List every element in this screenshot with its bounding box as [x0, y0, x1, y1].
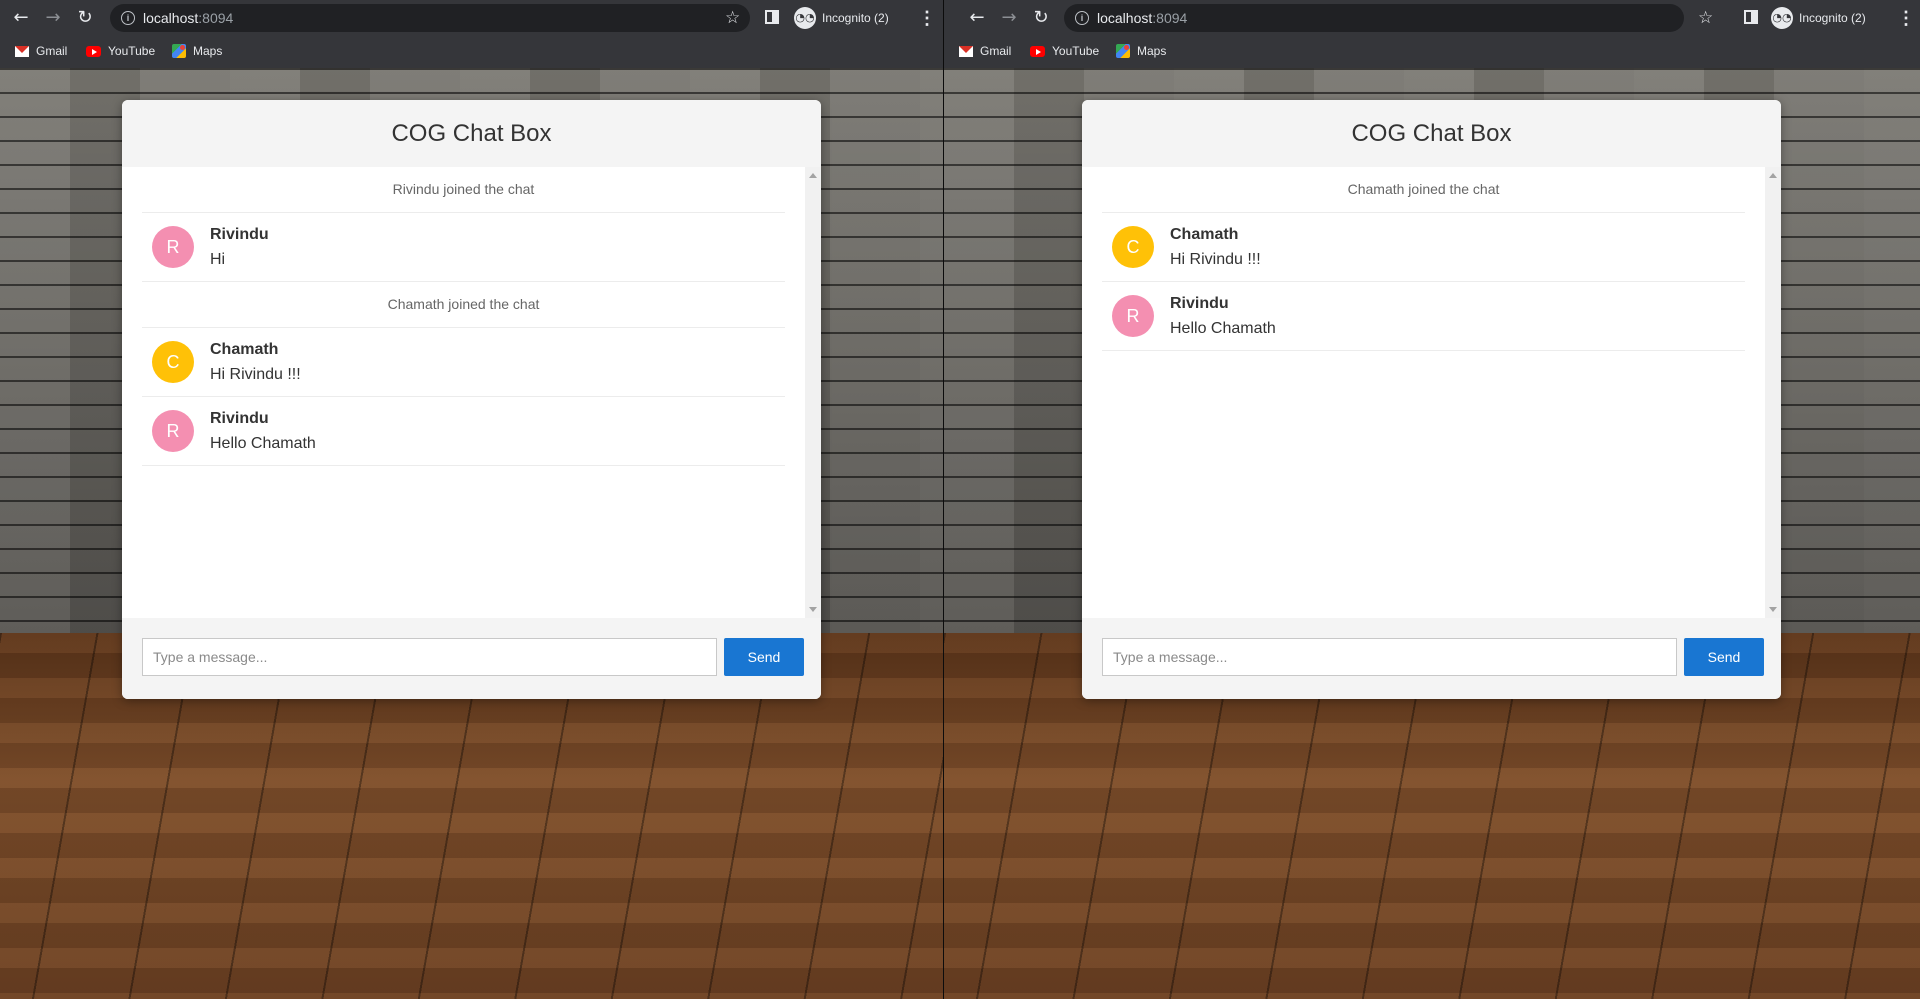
message-sender: Chamath: [210, 341, 279, 358]
incognito-profile-button[interactable]: ◔◔ Incognito (2): [794, 6, 889, 30]
chat-footer: Send: [122, 618, 821, 699]
bookmark-label: Gmail: [36, 44, 68, 58]
avatar: C: [152, 341, 194, 383]
bookmark-youtube[interactable]: YouTube: [1030, 44, 1099, 58]
chat-title: COG Chat Box: [391, 120, 552, 147]
join-event: Chamath joined the chat: [1102, 167, 1745, 213]
browser-toolbar: ← → ↻ i localhost:8094 ☆ ◔◔ Incognito (2…: [0, 0, 943, 36]
bookmark-youtube[interactable]: YouTube: [86, 44, 155, 58]
message-list: Chamath joined the chat C Chamath Hi Riv…: [1102, 167, 1745, 351]
send-button[interactable]: Send: [724, 638, 804, 676]
avatar: R: [152, 226, 194, 268]
bookmark-label: Maps: [1137, 44, 1167, 58]
bookmarks-bar: Gmail YouTube Maps: [944, 36, 1920, 69]
site-info-icon[interactable]: i: [1075, 11, 1089, 25]
side-panel-icon[interactable]: [765, 10, 779, 24]
join-event: Rivindu joined the chat: [142, 167, 785, 213]
incognito-label: Incognito (2): [1799, 11, 1866, 25]
bookmark-maps[interactable]: Maps: [172, 44, 222, 58]
url-text: localhost:8094: [1097, 10, 1187, 26]
bookmark-star-icon[interactable]: ☆: [1698, 8, 1713, 28]
message-sender: Rivindu: [210, 226, 269, 243]
chat-header: COG Chat Box: [122, 100, 821, 167]
chat-footer: Send: [1082, 618, 1781, 699]
address-bar[interactable]: i localhost:8094 ☆: [110, 4, 750, 32]
forward-icon[interactable]: →: [998, 7, 1020, 29]
url-host: localhost: [1097, 10, 1153, 26]
address-bar[interactable]: i localhost:8094: [1064, 4, 1684, 32]
message-input[interactable]: [1102, 638, 1677, 676]
scroll-up-arrow-icon[interactable]: [809, 173, 817, 178]
message-text: Hi Rivindu !!!: [1170, 251, 1261, 268]
scroll-up-arrow-icon[interactable]: [1769, 173, 1777, 178]
bookmark-gmail[interactable]: Gmail: [959, 44, 1011, 58]
avatar: C: [1112, 226, 1154, 268]
message-area[interactable]: Chamath joined the chat C Chamath Hi Riv…: [1082, 167, 1781, 618]
gmail-icon: [15, 45, 29, 57]
browser-window-left: ← → ↻ i localhost:8094 ☆ ◔◔ Incognito (2…: [0, 0, 943, 999]
browser-window-right: ← → ↻ i localhost:8094 ☆ ◔◔ Incognito (2…: [944, 0, 1920, 999]
url-host: localhost: [143, 10, 199, 26]
scroll-down-arrow-icon[interactable]: [1769, 607, 1777, 612]
message-scrollbar[interactable]: [805, 167, 821, 618]
message-text: Hello Chamath: [210, 435, 316, 452]
message-area[interactable]: Rivindu joined the chat R Rivindu Hi Cha…: [122, 167, 821, 618]
incognito-label: Incognito (2): [822, 11, 889, 25]
reload-icon[interactable]: ↻: [74, 7, 96, 29]
avatar: R: [1112, 295, 1154, 337]
bookmark-label: YouTube: [1052, 44, 1100, 58]
incognito-icon: ◔◔: [1771, 7, 1793, 29]
join-event: Chamath joined the chat: [142, 282, 785, 328]
browser-toolbar: ← → ↻ i localhost:8094 ☆ ◔◔ Incognito (2…: [944, 0, 1920, 36]
url-text: localhost:8094: [143, 10, 233, 26]
bookmark-label: Maps: [193, 44, 223, 58]
chat-message: R Rivindu Hello Chamath: [1102, 282, 1745, 351]
chat-message: R Rivindu Hi: [142, 213, 785, 282]
chat-message: C Chamath Hi Rivindu !!!: [142, 328, 785, 397]
chat-box: COG Chat Box Chamath joined the chat C C…: [1082, 100, 1781, 699]
maps-icon: [1116, 44, 1130, 58]
send-button[interactable]: Send: [1684, 638, 1764, 676]
message-text: Hi Rivindu !!!: [210, 366, 301, 383]
back-icon[interactable]: ←: [10, 7, 32, 29]
menu-kebab-icon[interactable]: ⋮: [918, 6, 936, 30]
bookmark-maps[interactable]: Maps: [1116, 44, 1166, 58]
youtube-icon: [1030, 45, 1045, 57]
bookmark-label: YouTube: [108, 44, 156, 58]
youtube-icon: [86, 45, 101, 57]
message-text: Hello Chamath: [1170, 320, 1276, 337]
chat-message: R Rivindu Hello Chamath: [142, 397, 785, 466]
message-sender: Rivindu: [1170, 295, 1229, 312]
bookmarks-bar: Gmail YouTube Maps: [0, 36, 943, 69]
chat-title: COG Chat Box: [1351, 120, 1512, 147]
message-sender: Chamath: [1170, 226, 1239, 243]
bookmark-star-icon[interactable]: ☆: [725, 8, 740, 28]
menu-kebab-icon[interactable]: ⋮: [1897, 6, 1915, 30]
bookmark-gmail[interactable]: Gmail: [15, 44, 67, 58]
message-list: Rivindu joined the chat R Rivindu Hi Cha…: [142, 167, 785, 466]
scroll-down-arrow-icon[interactable]: [809, 607, 817, 612]
chat-message: C Chamath Hi Rivindu !!!: [1102, 213, 1745, 282]
chat-box: COG Chat Box Rivindu joined the chat R R…: [122, 100, 821, 699]
avatar: R: [152, 410, 194, 452]
incognito-icon: ◔◔: [794, 7, 816, 29]
maps-icon: [172, 44, 186, 58]
message-scrollbar[interactable]: [1765, 167, 1781, 618]
bookmark-label: Gmail: [980, 44, 1012, 58]
gmail-icon: [959, 45, 973, 57]
message-input[interactable]: [142, 638, 717, 676]
url-port: :8094: [1152, 10, 1188, 26]
chat-header: COG Chat Box: [1082, 100, 1781, 167]
incognito-profile-button[interactable]: ◔◔ Incognito (2): [1771, 6, 1866, 30]
message-text: Hi: [210, 251, 226, 268]
message-sender: Rivindu: [210, 410, 269, 427]
reload-icon[interactable]: ↻: [1030, 7, 1052, 29]
forward-icon[interactable]: →: [42, 7, 64, 29]
back-icon[interactable]: ←: [966, 7, 988, 29]
url-port: :8094: [198, 10, 234, 26]
site-info-icon[interactable]: i: [121, 11, 135, 25]
side-panel-icon[interactable]: [1744, 10, 1758, 24]
